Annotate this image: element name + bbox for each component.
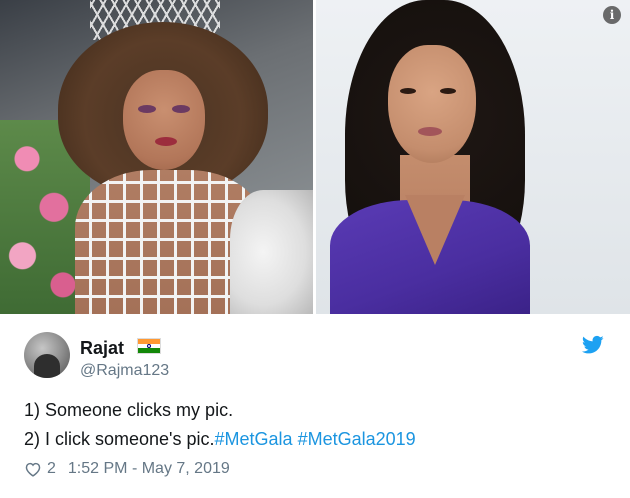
- photo-right-eye: [400, 88, 416, 94]
- like-count[interactable]: 2: [47, 460, 56, 478]
- avatar[interactable]: [24, 332, 70, 378]
- twitter-bird-icon[interactable]: [582, 335, 604, 355]
- photo-left-eye: [138, 105, 156, 113]
- tweet-meta: 2 1:52 PM - May 7, 2019: [24, 460, 230, 478]
- display-name[interactable]: Rajat: [80, 338, 124, 359]
- photo-right-neckline: [405, 195, 465, 265]
- user-handle[interactable]: @Rajma123: [80, 362, 169, 380]
- india-flag-icon: [137, 338, 161, 354]
- photo-right-lips: [418, 127, 442, 136]
- heart-icon[interactable]: [24, 461, 42, 477]
- tweet-text-line2-prefix: 2) I click someone's pic.: [24, 429, 215, 449]
- photo-left-feathers: [230, 190, 313, 314]
- tweet-text-line1: 1) Someone clicks my pic.: [24, 400, 234, 420]
- photo-left-face: [123, 70, 205, 170]
- photo-left-lips: [155, 137, 177, 146]
- photo-right-eye: [440, 88, 456, 94]
- photo-left-eye: [172, 105, 190, 113]
- media-divider: [313, 0, 316, 314]
- hashtag-metgala2019[interactable]: #MetGala2019: [298, 429, 416, 449]
- info-icon[interactable]: i: [603, 6, 621, 24]
- hashtag-metgala[interactable]: #MetGala: [215, 429, 293, 449]
- tweet-text-line2: 2) I click someone's pic.#MetGala #MetGa…: [24, 429, 416, 450]
- photo-right-face: [388, 45, 476, 163]
- tweet-timestamp[interactable]: 1:52 PM - May 7, 2019: [68, 460, 230, 478]
